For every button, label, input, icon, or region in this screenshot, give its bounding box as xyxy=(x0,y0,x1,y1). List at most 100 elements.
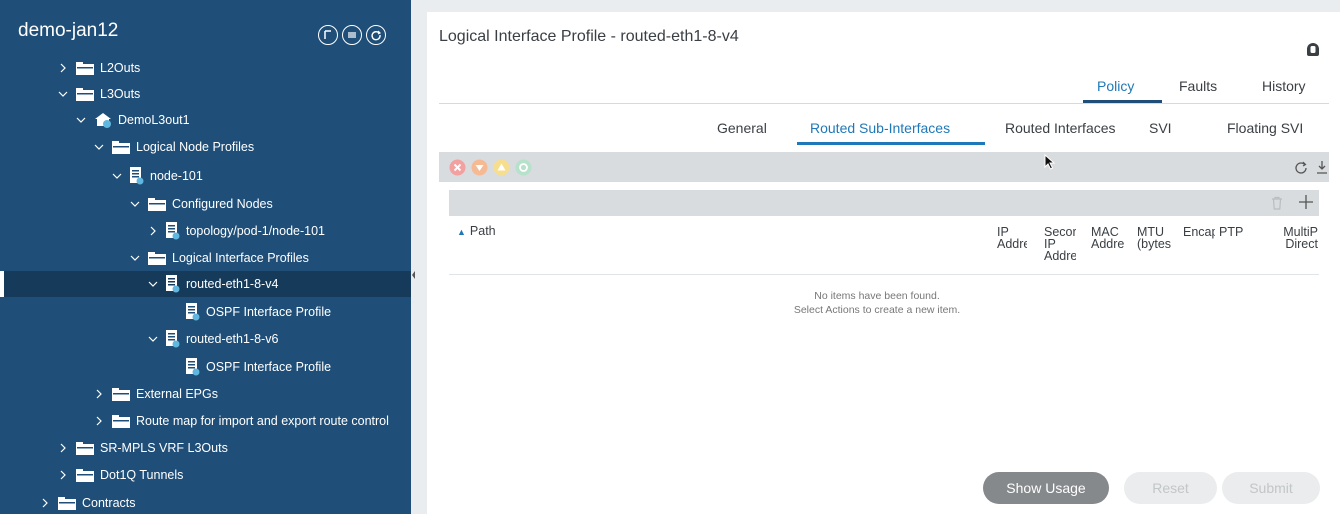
subtab-general[interactable]: General xyxy=(717,120,767,136)
warning-fault-icon[interactable] xyxy=(515,159,532,176)
folder-icon xyxy=(76,87,94,101)
tree-item-routed-eth1-8-v6[interactable]: routed-eth1-8-v6 xyxy=(0,326,411,352)
node-profile-icon xyxy=(166,330,180,348)
chevron-down-icon[interactable] xyxy=(76,115,86,125)
folder-icon xyxy=(76,468,94,482)
chevron-right-icon[interactable] xyxy=(58,63,68,73)
empty-state-message: No items have been found. xyxy=(814,290,940,302)
major-fault-icon[interactable] xyxy=(471,159,488,176)
add-icon[interactable] xyxy=(1298,194,1314,210)
tree-item-sr-mpls-vrf-l3outs[interactable]: SR-MPLS VRF L3Outs xyxy=(0,435,411,461)
tree-item-l2outs[interactable]: L2Outs xyxy=(0,55,411,81)
minor-fault-icon[interactable] xyxy=(493,159,510,176)
chevron-right-icon[interactable] xyxy=(94,389,104,399)
tree-item-label: Route map for import and export route co… xyxy=(136,414,389,428)
chevron-right-icon[interactable] xyxy=(148,226,158,236)
divider xyxy=(439,103,1329,104)
tab-policy[interactable]: Policy xyxy=(1097,78,1134,94)
tree-item-logical-node-profiles[interactable]: Logical Node Profiles xyxy=(0,134,411,160)
tree-item-ospf-interface-profile[interactable]: OSPF Interface Profile xyxy=(0,299,411,325)
tree-item-route-map[interactable]: Route map for import and export route co… xyxy=(0,408,411,434)
chevron-right-icon[interactable] xyxy=(58,470,68,480)
subtab-svi[interactable]: SVI xyxy=(1149,120,1172,136)
tree-item-label: Configured Nodes xyxy=(172,197,273,211)
chevron-down-icon[interactable] xyxy=(58,89,68,99)
node-profile-icon xyxy=(186,303,200,321)
chevron-down-icon[interactable] xyxy=(94,142,104,152)
table-action-bar xyxy=(449,190,1319,216)
tab-faults[interactable]: Faults xyxy=(1179,78,1217,94)
tab-history[interactable]: History xyxy=(1262,78,1306,94)
node-profile-icon xyxy=(166,222,180,240)
mouse-cursor-icon xyxy=(1044,154,1056,170)
tree-actions-icon[interactable] xyxy=(318,25,338,45)
navigation-sidebar: demo-jan12 L2Outs L3Outs DemoL3out1 Logi… xyxy=(0,0,411,514)
tree-item-routed-eth1-8-v4[interactable]: routed-eth1-8-v4 xyxy=(0,271,411,297)
main-panel: Logical Interface Profile - routed-eth1-… xyxy=(427,12,1340,514)
chevron-down-icon[interactable] xyxy=(130,253,140,263)
folder-icon xyxy=(76,441,94,455)
reset-button[interactable]: Reset xyxy=(1124,472,1217,504)
l3out-icon xyxy=(94,112,112,128)
tree-item-label: SR-MPLS VRF L3Outs xyxy=(100,441,228,455)
show-usage-button[interactable]: Show Usage xyxy=(983,472,1109,504)
submit-button[interactable]: Submit xyxy=(1222,472,1320,504)
sidebar-title: demo-jan12 xyxy=(18,20,119,41)
sidebar-collapse-handle[interactable] xyxy=(411,268,415,282)
chevron-right-icon[interactable] xyxy=(40,498,50,508)
tree-item-label: Logical Interface Profiles xyxy=(172,251,309,265)
tree-item-label: OSPF Interface Profile xyxy=(206,360,332,374)
download-icon[interactable] xyxy=(1316,160,1328,174)
tree-item-ospf-interface-profile-v6[interactable]: OSPF Interface Profile xyxy=(0,354,411,380)
tree-item-label: DemoL3out1 xyxy=(118,113,190,127)
column-header-secondary-ip[interactable]: Secor IP Addre xyxy=(1044,226,1076,274)
tree-item-topology-node-101[interactable]: topology/pod-1/node-101 xyxy=(0,218,411,244)
tree-item-logical-interface-profiles[interactable]: Logical Interface Profiles xyxy=(0,245,411,271)
tree-item-demol3out1[interactable]: DemoL3out1 xyxy=(0,107,411,133)
sidebar-toolbar xyxy=(318,25,386,45)
chevron-down-icon[interactable] xyxy=(148,334,158,344)
folder-icon xyxy=(148,251,166,265)
chevron-right-icon[interactable] xyxy=(94,416,104,426)
divider xyxy=(449,274,1319,275)
tree-item-label: Contracts xyxy=(82,496,136,510)
help-icon[interactable] xyxy=(1304,40,1322,58)
tree-item-label: Dot1Q Tunnels xyxy=(100,468,184,482)
tree-item-contracts[interactable]: Contracts xyxy=(0,490,411,514)
subtab-routed-interfaces[interactable]: Routed Interfaces xyxy=(1005,120,1116,136)
folder-icon xyxy=(58,496,76,510)
subtab-routed-sub-interfaces[interactable]: Routed Sub-Interfaces xyxy=(810,120,950,136)
tree-item-label: Logical Node Profiles xyxy=(136,140,255,154)
tree-item-label: routed-eth1-8-v4 xyxy=(186,277,279,291)
active-subtab-indicator xyxy=(797,142,985,145)
folder-icon xyxy=(112,387,130,401)
refresh-tree-icon[interactable] xyxy=(366,25,386,45)
subtab-floating-svi[interactable]: Floating SVI xyxy=(1227,120,1303,136)
trash-icon[interactable] xyxy=(1271,196,1283,210)
chevron-down-icon[interactable] xyxy=(112,171,122,181)
chevron-down-icon[interactable] xyxy=(148,279,158,289)
tree-item-dot1q-tunnels[interactable]: Dot1Q Tunnels xyxy=(0,462,411,488)
column-header-mac-address[interactable]: MAC Addre xyxy=(1091,226,1129,274)
list-view-icon[interactable] xyxy=(342,25,362,45)
column-header-mtu[interactable]: MTU (bytes xyxy=(1137,226,1173,262)
folder-icon xyxy=(112,140,130,154)
column-header-encap[interactable]: Encap xyxy=(1183,226,1215,242)
app-window: demo-jan12 L2Outs L3Outs DemoL3out1 Logi… xyxy=(0,0,1340,514)
column-header-ip-address[interactable]: IP Addre xyxy=(997,226,1027,262)
tree-item-label: L3Outs xyxy=(100,87,141,101)
refresh-icon[interactable] xyxy=(1294,160,1308,174)
column-header-path[interactable]: ▲ Path xyxy=(457,225,496,238)
tree-item-external-epgs[interactable]: External EPGs xyxy=(0,381,411,407)
page-title: Logical Interface Profile - routed-eth1-… xyxy=(439,28,739,45)
tree-item-l3outs[interactable]: L3Outs xyxy=(0,81,411,107)
folder-icon xyxy=(76,61,94,75)
column-header-multipod-direct[interactable]: MultiP Direct xyxy=(1278,226,1318,262)
folder-icon xyxy=(112,414,130,428)
tree-item-configured-nodes[interactable]: Configured Nodes xyxy=(0,191,411,217)
chevron-right-icon[interactable] xyxy=(58,443,68,453)
chevron-down-icon[interactable] xyxy=(130,199,140,209)
tree-item-node-101[interactable]: node-101 xyxy=(0,163,411,189)
column-header-ptp[interactable]: PTP xyxy=(1219,226,1251,242)
critical-fault-icon[interactable] xyxy=(449,159,466,176)
